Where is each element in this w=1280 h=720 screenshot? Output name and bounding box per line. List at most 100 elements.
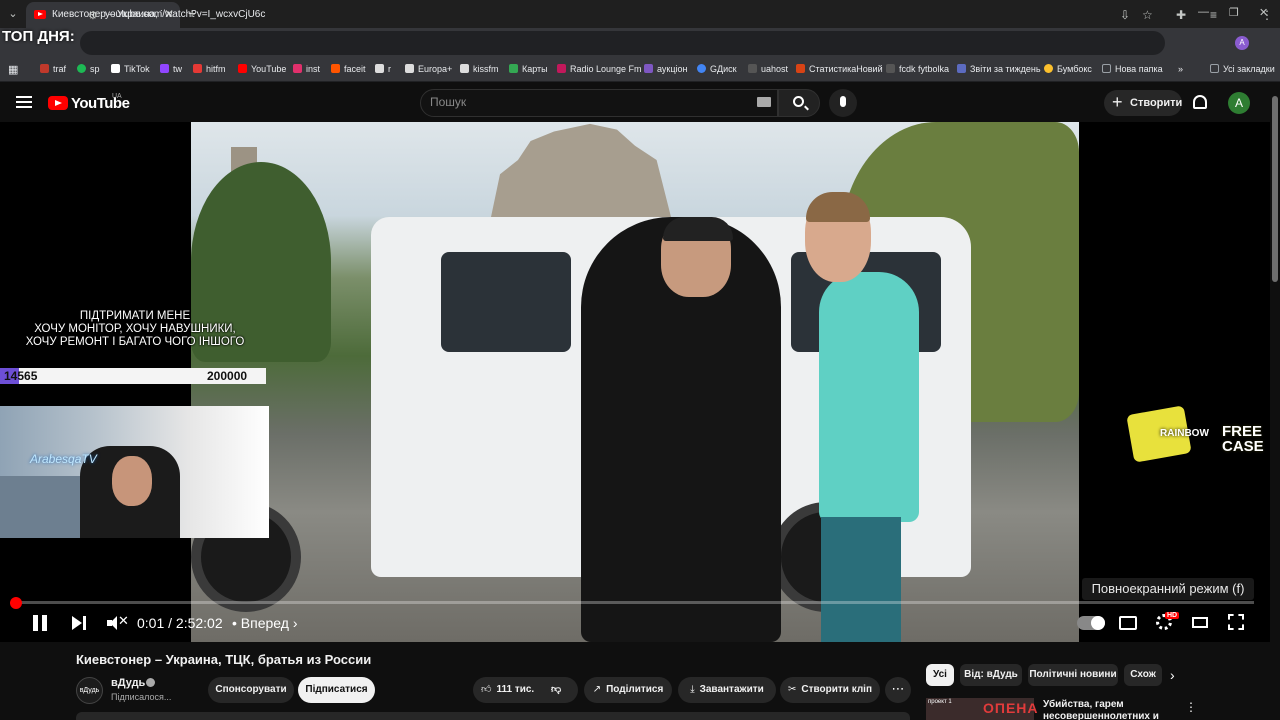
hd-badge: HD [1165,612,1180,619]
thumbs-down-icon[interactable]: 👎︎ [551,677,561,703]
youtube-favicon-icon [34,10,46,19]
rec-thumbnail-tag: проект 1 [928,699,952,705]
chip-all[interactable]: Усі [926,664,954,686]
bookmark-fcdk[interactable]: fcdk fytbolka [886,64,949,74]
restore-icon[interactable]: ❐ [1229,6,1239,19]
channel-avatar[interactable]: вДудь [76,677,103,704]
recommendation-title[interactable]: Убийства, гарем несовершеннолетних и тай… [1043,699,1168,720]
keyboard-icon[interactable] [757,97,771,107]
bookmark-star-icon[interactable]: ☆ [1142,8,1153,22]
bookmark-kissfm[interactable]: kissfm [460,64,499,74]
search-button[interactable] [778,89,820,117]
autoplay-toggle[interactable] [1077,616,1105,630]
like-count: 111 тис. [496,684,535,695]
case-logo-small-text: RAINBOW [1160,428,1209,439]
channel-name[interactable]: вДудь [111,677,145,689]
user-avatar[interactable]: A [1228,92,1250,114]
bookmark-new-folder[interactable]: Нова папка [1102,64,1163,74]
rec-more-icon[interactable]: ⋮ [1185,700,1197,714]
folder-icon [1102,64,1111,73]
chip-similar[interactable]: Схож [1124,664,1162,686]
theater-mode-button[interactable] [1192,617,1208,628]
browser-profile-avatar[interactable]: A [1235,36,1249,50]
verified-icon [146,678,155,687]
youtube-logo-icon[interactable] [48,96,68,110]
create-clip-button[interactable]: ✂ Створити кліп [780,677,880,703]
bookmark-favicon-icon [748,64,757,73]
bookmark-uahost[interactable]: uahost [748,64,788,74]
bookmark-favicon-icon [405,64,414,73]
bookmark-inst[interactable]: inst [293,64,320,74]
more-actions-button[interactable]: ⋯ [885,677,911,703]
time-display: 0:01 / 2:52:02 [137,615,223,631]
chapter-title[interactable]: • Вперед › [232,615,297,631]
search-input[interactable] [430,95,730,109]
bookmark-maps[interactable]: Карты [509,64,548,74]
bookmark-faceit[interactable]: faceit [331,64,366,74]
extensions-icon[interactable]: ✚ [1176,8,1186,22]
progress-bar[interactable] [12,601,1254,604]
chip-political-news[interactable]: Політичні новини [1028,664,1118,686]
next-button[interactable] [72,616,88,630]
donation-goal-target: 200000 [207,369,248,383]
apps-grid-icon[interactable]: ▦ [8,63,18,76]
bookmark-radio-lounge[interactable]: Radio Lounge Fm [557,64,642,74]
tab-search-icon[interactable]: ⌄ [4,5,22,23]
progress-scrubber[interactable] [10,597,22,609]
bookmark-favicon-icon [193,64,202,73]
donation-goal-text: ПІДТРИМАТИ МЕНЕ ХОЧУ МОНІТОР, ХОЧУ НАВУШ… [25,310,245,348]
description-box[interactable] [76,712,910,720]
bookmark-hitfm[interactable]: hitfm [193,64,226,74]
like-button[interactable]: 👍︎ 111 тис. 👎︎ [473,677,578,703]
all-bookmarks[interactable]: Усі закладки [1210,64,1275,74]
subscribe-button[interactable]: Підписатися [298,677,375,703]
bookmark-favicon-icon [796,64,805,73]
bookmark-tw[interactable]: tw [160,64,182,74]
subtitles-button[interactable] [1119,616,1137,630]
voice-search-button[interactable] [829,89,857,117]
bookmark-youtube[interactable]: YouTube [238,64,286,74]
bookmark-reports[interactable]: Звіти за тиждень [957,64,1041,74]
download-icon: ⤓ [690,684,695,695]
install-app-icon[interactable]: ⇩ [1120,8,1130,22]
bookmark-europa[interactable]: Europa+ [405,64,452,74]
donation-goal-current: 14565 [4,369,38,383]
bookmark-favicon-icon [460,64,469,73]
bookmark-r[interactable]: r [375,64,391,74]
bookmarks-overflow-icon[interactable]: » [1178,64,1183,74]
site-info-icon[interactable]: ⚙ [88,9,98,22]
video-frame[interactable] [191,122,1079,642]
muted-x-icon: ✕ [118,613,129,628]
sofa [0,476,80,538]
bookmark-tiktok[interactable]: TikTok [111,64,150,74]
media-controls-icon[interactable]: ≡ [1210,8,1217,22]
bookmark-traf[interactable]: traf [40,64,66,74]
chip-from-channel[interactable]: Від: вДудь [960,664,1022,686]
bookmark-favicon-icon [77,64,86,73]
bookmark-bumbox[interactable]: Бумбокс [1044,64,1092,74]
bookmark-favicon-icon [160,64,169,73]
chips-next-icon[interactable]: › [1170,667,1175,683]
share-button[interactable]: ↗ Поділитися [584,677,672,703]
create-button[interactable]: Створити [1104,89,1182,116]
minimize-icon[interactable]: — [1198,6,1209,18]
browser-menu-icon[interactable]: ⋮ [1261,8,1273,22]
bookmark-statistics[interactable]: СтатистикаНовий [796,64,883,74]
notifications-bell-icon[interactable] [1193,95,1207,109]
url-text[interactable]: youtube.com/watch?v=I_wcxvCjU6c [105,9,265,20]
download-button[interactable]: ⤓ Завантажити [678,677,776,703]
address-bar[interactable] [80,31,1165,55]
person-cap [663,217,733,241]
guide-menu-icon[interactable] [16,96,32,108]
video-title: Киевстонер – Украина, ТЦК, братья из Рос… [76,652,372,667]
sponsor-button[interactable]: Спонсорувати [208,677,294,703]
scrollbar-thumb[interactable] [1272,96,1278,282]
bookmark-gdisk[interactable]: GДиск [697,64,737,74]
person-in-teal-shirt [819,272,919,522]
top-day-overlay: ТОП ДНЯ: [2,28,75,45]
bookmark-sp[interactable]: sp [77,64,100,74]
pause-button[interactable] [32,615,48,631]
bookmark-auction[interactable]: аукціон [644,64,687,74]
bookmark-favicon-icon [40,64,49,73]
bookmark-favicon-icon [509,64,518,73]
